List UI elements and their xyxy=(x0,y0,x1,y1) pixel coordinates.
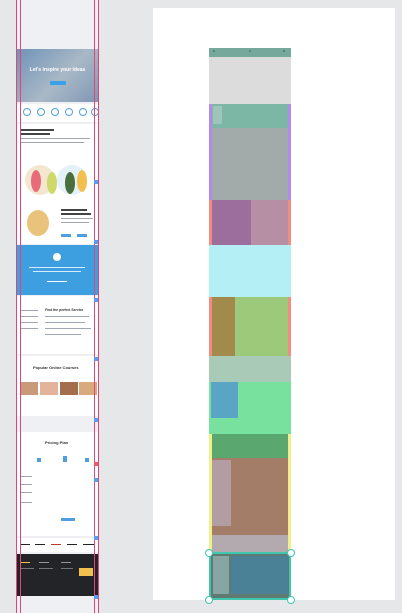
layout-block-logos[interactable] xyxy=(209,535,291,552)
contact-form-section: Find the perfect Service xyxy=(17,296,98,354)
guide-line[interactable] xyxy=(16,0,17,613)
intro-text-section xyxy=(17,124,98,162)
pricing-heading: Pricing Plan xyxy=(45,440,69,445)
layout-block-intro[interactable] xyxy=(209,128,291,200)
people-image-section xyxy=(17,162,98,202)
layout-block-pricing[interactable] xyxy=(209,458,291,535)
layout-block-pricing-heading[interactable] xyxy=(209,434,291,458)
container-marker xyxy=(288,104,291,200)
container-marker xyxy=(288,297,291,356)
feature-icon xyxy=(23,108,31,116)
pricing-button[interactable] xyxy=(61,518,75,521)
footer-section xyxy=(17,554,98,596)
layout-block-features[interactable] xyxy=(209,104,291,128)
layout-block-courses[interactable] xyxy=(209,382,291,434)
container-marker xyxy=(209,297,212,356)
feature-icon xyxy=(65,108,73,116)
section-handle[interactable] xyxy=(94,240,98,244)
layout-block-courses-heading[interactable] xyxy=(209,356,291,382)
section-handle[interactable] xyxy=(94,298,98,302)
testimonial-section xyxy=(17,245,98,295)
resize-handle[interactable] xyxy=(205,596,213,604)
service-info-section xyxy=(17,202,98,244)
section-handle[interactable] xyxy=(94,478,98,482)
section-handle[interactable] xyxy=(94,595,98,599)
guide-line[interactable] xyxy=(20,0,21,613)
layout-block-header[interactable] xyxy=(209,48,291,57)
container-marker xyxy=(209,200,212,245)
feature-icon xyxy=(51,108,59,116)
layout-block-contact[interactable] xyxy=(209,297,291,356)
section-handle[interactable] xyxy=(94,180,98,184)
hero-section[interactable]: Let's inspire your ideas xyxy=(17,49,98,102)
course-card[interactable] xyxy=(40,382,58,395)
container-marker xyxy=(209,434,212,552)
container-marker xyxy=(288,434,291,552)
courses-heading: Popular Online Courses xyxy=(33,365,79,370)
section-handle[interactable] xyxy=(94,536,98,540)
guide-line[interactable] xyxy=(94,0,95,613)
hero-title: Let's inspire your ideas xyxy=(29,67,86,73)
feature-icon xyxy=(79,108,87,116)
partner-logos-row xyxy=(17,538,98,552)
courses-section: Popular Online Courses xyxy=(17,356,98,416)
container-marker xyxy=(288,200,291,245)
section-handle[interactable] xyxy=(94,418,98,422)
feature-icons-row xyxy=(17,104,99,122)
resize-handle[interactable] xyxy=(287,596,295,604)
pricing-section: Pricing Plan xyxy=(17,432,98,536)
section-handle[interactable] xyxy=(94,462,98,466)
section-heading: Find the perfect Service xyxy=(45,308,84,312)
container-marker xyxy=(209,104,212,200)
course-card[interactable] xyxy=(60,382,78,395)
feature-icon xyxy=(37,108,45,116)
section-handle[interactable] xyxy=(94,357,98,361)
layout-block-testimonial[interactable] xyxy=(209,245,291,297)
course-card[interactable] xyxy=(20,382,38,395)
layout-block-people[interactable] xyxy=(209,200,291,245)
guide-line[interactable] xyxy=(98,0,99,613)
resize-handle[interactable] xyxy=(205,549,213,557)
selection-box[interactable] xyxy=(209,552,291,600)
resize-handle[interactable] xyxy=(287,549,295,557)
layout-block-hero[interactable] xyxy=(209,57,291,104)
hero-button[interactable] xyxy=(50,81,66,85)
